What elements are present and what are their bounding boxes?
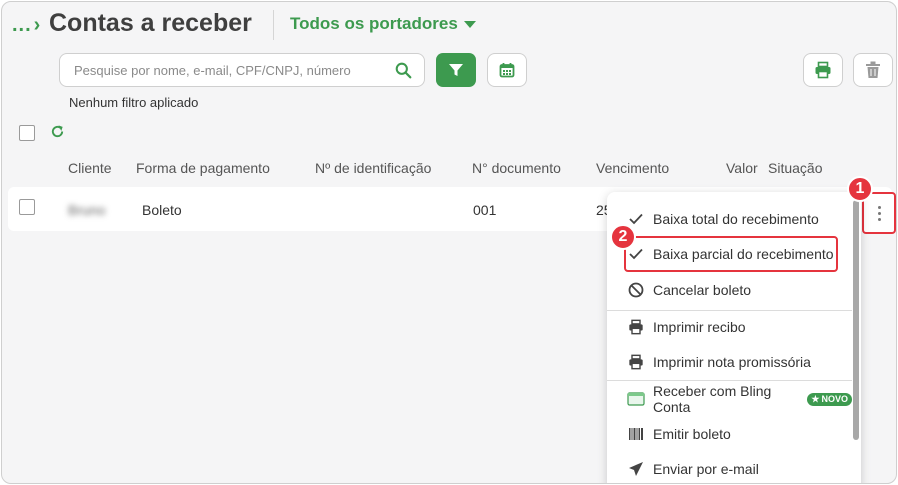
chevron-right-icon: › bbox=[33, 14, 42, 36]
new-badge-label: NOVO bbox=[821, 394, 848, 404]
kebab-dot bbox=[877, 211, 881, 215]
print-button[interactable] bbox=[803, 53, 843, 87]
printer-icon bbox=[627, 318, 645, 336]
column-header-vencimento: Vencimento bbox=[596, 160, 670, 176]
column-header-situacao: Situação bbox=[768, 160, 823, 176]
printer-icon bbox=[627, 353, 645, 371]
menu-scrollbar[interactable] bbox=[853, 200, 859, 440]
app-window: ... › Contas a receber Todos os portadore… bbox=[1, 1, 897, 484]
cell-documento: 001 bbox=[473, 202, 497, 218]
trash-icon bbox=[866, 61, 880, 78]
menu-item-enviar-email[interactable]: Enviar por e-mail bbox=[607, 452, 852, 483]
menu-item-label: Emitir boleto bbox=[653, 426, 731, 442]
menu-item-label: Imprimir nota promissória bbox=[653, 354, 811, 370]
highlight-box bbox=[624, 236, 838, 272]
column-header-forma-pagamento: Forma de pagamento bbox=[136, 160, 270, 176]
portadores-label: Todos os portadores bbox=[290, 14, 458, 33]
row-checkbox[interactable] bbox=[19, 199, 35, 215]
column-header-valor: Valor bbox=[726, 160, 758, 176]
search-box bbox=[59, 53, 425, 87]
filter-icon bbox=[449, 64, 463, 76]
menu-item-label: Imprimir recibo bbox=[653, 319, 746, 335]
page-title: Contas a receber bbox=[49, 9, 252, 37]
menu-divider bbox=[607, 380, 852, 381]
menu-item-label: Baixa total do recebimento bbox=[653, 211, 819, 227]
callout-badge-1: 1 bbox=[847, 176, 873, 202]
barcode-icon bbox=[627, 425, 645, 443]
menu-item-baixa-total[interactable]: Baixa total do recebimento bbox=[607, 202, 852, 236]
new-badge: ★ NOVO bbox=[807, 392, 852, 406]
cell-cliente: Bruno bbox=[68, 202, 106, 218]
printer-icon bbox=[815, 61, 831, 79]
ban-icon bbox=[627, 281, 645, 299]
menu-item-bling-conta[interactable]: Receber com Bling Conta ★ NOVO bbox=[607, 382, 852, 416]
search-input[interactable] bbox=[74, 60, 384, 80]
breadcrumb[interactable]: ... › bbox=[12, 14, 41, 37]
refresh-icon[interactable] bbox=[50, 124, 65, 139]
caret-down-icon bbox=[463, 20, 476, 28]
menu-item-label: Enviar por e-mail bbox=[653, 461, 759, 477]
send-icon bbox=[627, 460, 645, 478]
portadores-dropdown[interactable]: Todos os portadores bbox=[290, 14, 476, 34]
column-header-cliente: Cliente bbox=[68, 160, 112, 176]
star-icon: ★ bbox=[811, 393, 820, 404]
bling-account-icon bbox=[627, 390, 645, 408]
menu-item-imprimir-recibo[interactable]: Imprimir recibo bbox=[607, 310, 852, 344]
calendar-icon bbox=[499, 63, 515, 78]
filter-button[interactable] bbox=[436, 53, 476, 87]
menu-item-label: Cancelar boleto bbox=[653, 282, 752, 298]
header-divider bbox=[273, 10, 274, 40]
delete-button[interactable] bbox=[853, 53, 893, 87]
select-all-checkbox[interactable] bbox=[19, 125, 35, 141]
calendar-button[interactable] bbox=[487, 53, 527, 87]
kebab-dot bbox=[877, 205, 881, 209]
search-icon[interactable] bbox=[395, 62, 412, 79]
cell-forma-pagamento: Boleto bbox=[142, 202, 182, 218]
column-header-documento: N° documento bbox=[472, 160, 561, 176]
filter-status: Nenhum filtro aplicado bbox=[69, 95, 199, 110]
menu-item-imprimir-nota[interactable]: Imprimir nota promissória bbox=[607, 345, 852, 379]
menu-item-cancelar-boleto[interactable]: Cancelar boleto bbox=[607, 273, 852, 307]
menu-item-emitir-boleto[interactable]: Emitir boleto bbox=[607, 417, 852, 451]
breadcrumb-ellipsis[interactable]: ... bbox=[12, 14, 32, 36]
menu-item-label: Receber com Bling Conta bbox=[653, 383, 772, 415]
column-header-identificacao: Nº de identificação bbox=[315, 160, 432, 176]
callout-badge-2: 2 bbox=[610, 224, 636, 250]
row-actions-menu: Baixa total do recebimento Baixa parcial… bbox=[607, 192, 861, 483]
kebab-dot bbox=[877, 217, 881, 221]
